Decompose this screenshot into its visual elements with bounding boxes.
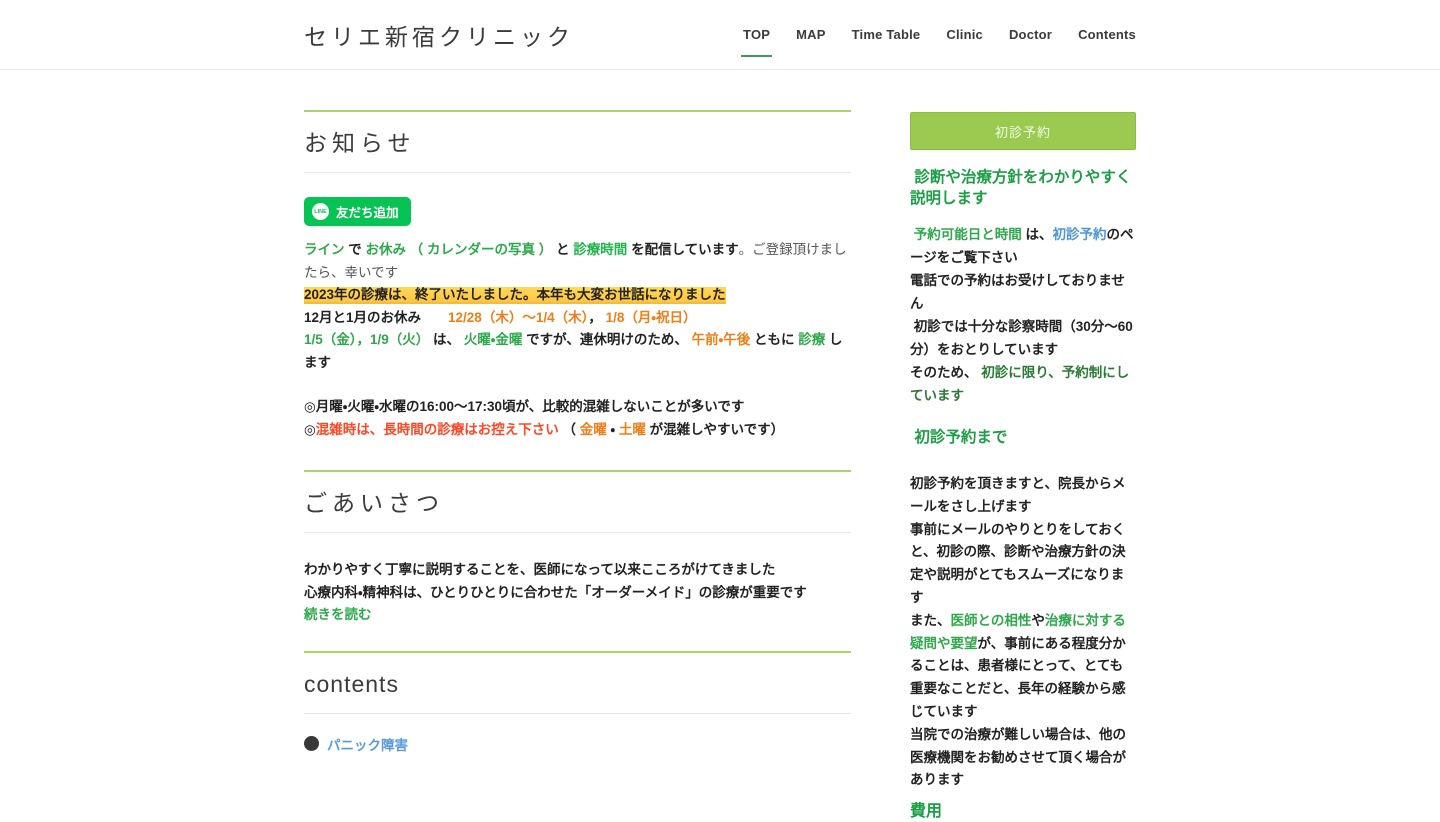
text-segment: （ <box>559 422 580 437</box>
text-segment: わかりやすく丁寧に説明することを、医師になって以来こころがけてきました <box>304 562 775 577</box>
text-segment: ともに <box>750 332 798 347</box>
contents-item-link[interactable]: パニック障害 <box>327 734 408 754</box>
contents-heading-block: contents <box>304 669 851 714</box>
greeting-line-2: 心療内科・精神科は、ひとりひとりに合わせた「オーダーメイド」の診療が重要です <box>304 582 851 605</box>
text-segment: 初診では十分な診察時間（30分～60分）をおとりしています <box>910 319 1133 357</box>
sidebar: 初診予約 診断や治療方針をわかりやすく説明します 予約可能日と時間 は、初診予約… <box>910 110 1136 822</box>
nav-item-contents[interactable]: Contents <box>1078 27 1136 42</box>
sidebar-heading-until-first-visit: 初診予約まで <box>910 427 1136 448</box>
greeting-body: わかりやすく丁寧に説明することを、医師になって以来こころがけてきました 心療内科… <box>304 559 851 627</box>
greeting-heading: ごあいさつ <box>304 488 851 518</box>
news-heading-block: お知らせ <box>304 128 851 173</box>
nav-item-top[interactable]: TOP <box>743 27 770 42</box>
contents-list-item[interactable]: パニック障害 <box>304 734 851 754</box>
sidebar-line-compatibility: また、医師との相性や治療に対する疑問や要望が、事前にある程度分かることは、患者様… <box>910 610 1136 724</box>
main-nav: TOP MAP Time Table Clinic Doctor Content… <box>743 27 1136 42</box>
line-add-friend-button[interactable]: LINE 友だち追加 <box>304 197 411 226</box>
text-segment: 電話での予約はお受けしておりません <box>910 273 1125 311</box>
section-greeting: ごあいさつ わかりやすく丁寧に説明することを、医師になって以来こころがけてきまし… <box>304 470 851 627</box>
text-segment: を配信しています <box>627 242 738 257</box>
text-segment: と <box>556 242 573 257</box>
news-body: ライン で お休み （ カレンダーの写真 ） と 診療時間 を配信しています。ご… <box>304 239 851 441</box>
news-line-year-end: 2023年の診療は、終了いたしました。本年も大変お世話になりました <box>304 284 851 307</box>
text-segment: は、 <box>1022 227 1053 242</box>
sidebar-paragraph-process: 初診予約を頂きますと、院長からメールをさし上げます 事前にメールのやりとりをして… <box>910 473 1136 792</box>
text-segment: そのため、 <box>910 365 981 380</box>
line-icon: LINE <box>312 203 329 220</box>
text-segment: また、 <box>910 613 951 628</box>
text-segment: 当院での治療が難しい場合は、他の医療機関をお勧めさせて頂く場合があります <box>910 727 1126 788</box>
read-more-link[interactable]: 続きを読む <box>304 604 372 627</box>
text-segment: 医師との相性 <box>951 613 1032 628</box>
main-column: お知らせ LINE 友だち追加 ライン で お休み （ カレンダーの写真 ） と… <box>304 110 851 822</box>
text-segment: 予約可能日と時間 <box>910 227 1022 242</box>
line-button-label: 友だち追加 <box>336 202 399 221</box>
section-contents: contents パニック障害 <box>304 651 851 754</box>
text-segment: 初診予約を頂きますと、院長からメールをさし上げます <box>910 476 1125 514</box>
text-segment: 1/8（月・祝日） <box>606 310 697 325</box>
news-line-open-days: 1/5（金），1/9（火） は、 火曜・金曜 ですが、連休明けのため、 午前・午… <box>304 329 851 374</box>
text-segment: や <box>1031 613 1045 628</box>
sidebar-heading-explanation: 診断や治療方針をわかりやすく説明します <box>910 167 1136 209</box>
section-news: お知らせ LINE 友だち追加 ライン で お休み （ カレンダーの写真 ） と… <box>304 110 851 441</box>
text-segment: ◎ <box>304 422 316 437</box>
sidebar-line-reservation-system: そのため、 初診に限り、予約制にしています <box>910 361 1136 407</box>
text-segment: 金曜 <box>580 422 607 437</box>
text-segment: 2023年の診療は、終了いたしました。本年も大変お世話になりました <box>304 287 726 304</box>
text-segment: カレンダーの写真 <box>427 242 535 257</box>
text-segment: 12/28（木）～1/4（木） <box>448 310 588 325</box>
text-segment: 12月と1月のお休み <box>304 310 421 325</box>
text-segment: 診療時間 <box>573 242 627 257</box>
greeting-heading-block: ごあいさつ <box>304 488 851 533</box>
sidebar-paragraph-reservation: 予約可能日と時間 は、初診予約のページをご覧下さい 電話での予約はお受けしており… <box>910 223 1136 407</box>
text-segment: 午前・午後 <box>692 332 751 347</box>
news-line-holidays: 12月と1月のお休み 12/28（木）～1/4（木）， 1/8（月・祝日） <box>304 307 851 330</box>
news-line-busy-warning: ◎混雑時は、長時間の診療はお控え下さい （ 金曜 ・ 土曜 が混雑しやすいです） <box>304 419 851 442</box>
text-segment: 診療 <box>798 332 825 347</box>
text-segment: 心療内科・精神科は、ひとりひとりに合わせた「オーダーメイド」の診療が重要です <box>304 585 807 600</box>
sidebar-line-exam-time: 初診では十分な診察時間（30分～60分）をおとりしています <box>910 315 1136 361</box>
text-segment: 火曜・金曜 <box>464 332 523 347</box>
text-segment: 事前にメールのやりとりをしておくと、初診の際、診断や治療方針の決定や説明がとても… <box>910 522 1125 605</box>
site-header: セリエ新宿クリニック TOP MAP Time Table Clinic Doc… <box>0 0 1440 70</box>
sidebar-line-no-phone: 電話での予約はお受けしておりません <box>910 269 1136 315</box>
text-segment: は、 <box>429 332 464 347</box>
sidebar-heading-cost: 費用 <box>910 801 1136 822</box>
sidebar-line-other-institutions: 当院での治療が難しい場合は、他の医療機関をお勧めさせて頂く場合があります <box>910 724 1136 792</box>
text-segment: 混雑時は、長時間の診療はお控え下さい <box>316 422 559 437</box>
dark-circle-bullet-icon <box>304 736 319 751</box>
blank-line <box>304 374 851 396</box>
text-segment: ， <box>588 310 605 325</box>
sidebar-line-smooth-process: 事前にメールのやりとりをしておくと、初診の際、診断や治療方針の決定や説明がとても… <box>910 519 1136 610</box>
nav-item-clinic[interactable]: Clinic <box>946 27 983 42</box>
news-line-quiet-hours: ◎月曜・火曜・水曜の16:00～17:30頃が、比較的混雑しないことが多いです <box>304 396 851 419</box>
text-segment: ライン <box>304 242 345 257</box>
sidebar-line-email-from-director: 初診予約を頂きますと、院長からメールをさし上げます <box>910 473 1136 519</box>
text-segment: （ <box>406 242 427 257</box>
text-segment: で <box>345 242 366 257</box>
text-segment[interactable]: 初診予約 <box>1053 227 1107 242</box>
nav-item-timetable[interactable]: Time Table <box>852 27 921 42</box>
greeting-line-1: わかりやすく丁寧に説明することを、医師になって以来こころがけてきました <box>304 559 851 582</box>
text-segment <box>421 310 448 325</box>
sidebar-line-available-days: 予約可能日と時間 は、初診予約のページをご覧下さい <box>910 223 1136 269</box>
site-title[interactable]: セリエ新宿クリニック <box>304 18 574 52</box>
text-segment: ・ <box>607 422 619 437</box>
nav-item-map[interactable]: MAP <box>796 27 826 42</box>
text-segment: ですが、連休明けのため、 <box>522 332 691 347</box>
contents-heading: contents <box>304 669 851 699</box>
text-segment: ◎月曜・火曜・水曜の16:00～17:30頃が、比較的混雑しないことが多いです <box>304 399 744 414</box>
text-segment: 1/5（金），1/9（火） <box>304 332 429 347</box>
text-segment: 土曜 <box>619 422 646 437</box>
nav-item-doctor[interactable]: Doctor <box>1009 27 1052 42</box>
first-visit-reservation-button[interactable]: 初診予約 <box>910 112 1136 150</box>
text-segment: お休み <box>366 242 407 257</box>
text-segment: が混雑しやすいです） <box>646 422 784 437</box>
text-segment: ） <box>535 242 556 257</box>
news-line-broadcast: ライン で お休み （ カレンダーの写真 ） と 診療時間 を配信しています。ご… <box>304 239 851 284</box>
news-heading: お知らせ <box>304 128 851 158</box>
